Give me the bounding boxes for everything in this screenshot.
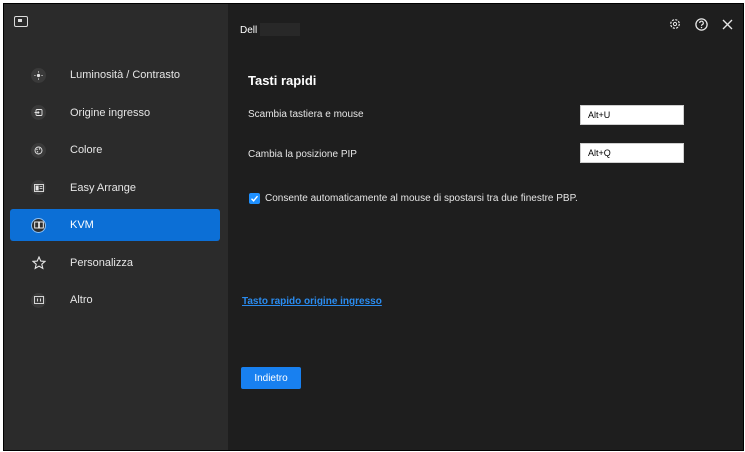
sidebar-item-label: Altro (70, 294, 93, 306)
sidebar-nav: Luminosità / Contrasto Origine ingresso … (10, 59, 220, 322)
kvm-icon (31, 217, 46, 233)
sidebar-item-label: Colore (70, 144, 103, 156)
sidebar-item-easy-arrange[interactable]: Easy Arrange (10, 172, 220, 204)
other-icon (31, 292, 46, 308)
sidebar-item-personalize[interactable]: Personalizza (10, 247, 220, 279)
help-icon[interactable] (693, 16, 709, 32)
sidebar-item-color[interactable]: Colore (10, 134, 220, 166)
sidebar-item-label: Origine ingresso (70, 106, 151, 119)
input-source-icon (31, 105, 46, 120)
auto-mouse-pbp-label: Consente automaticamente al mouse di spo… (265, 193, 578, 204)
change-pip-position-label: Cambia la posizione PIP (248, 149, 357, 160)
change-pip-position-hotkey-field[interactable]: Alt+Q (580, 143, 684, 163)
sidebar-item-input-source[interactable]: Origine ingresso (10, 97, 220, 129)
sidebar: Luminosità / Contrasto Origine ingresso … (4, 4, 228, 450)
title-bar-controls (667, 16, 735, 32)
easy-arrange-icon (31, 180, 46, 195)
brightness-icon (31, 67, 46, 83)
sidebar-item-label: Personalizza (70, 256, 133, 269)
sidebar-item-other[interactable]: Altro (10, 284, 220, 316)
sidebar-item-label: KVM (70, 219, 94, 231)
section-title: Tasti rapidi (248, 73, 317, 88)
auto-mouse-pbp-checkbox[interactable] (249, 193, 260, 204)
close-icon[interactable] (719, 16, 735, 32)
sidebar-item-brightness-contrast[interactable]: Luminosità / Contrasto (10, 59, 220, 91)
settings-icon[interactable] (667, 16, 683, 32)
back-button[interactable]: Indietro (241, 367, 301, 389)
swap-keyboard-mouse-label: Scambia tastiera e mouse (248, 109, 364, 120)
app-window: Luminosità / Contrasto Origine ingresso … (3, 3, 744, 451)
star-icon (31, 255, 47, 271)
swap-keyboard-mouse-hotkey-field[interactable]: Alt+U (580, 105, 684, 125)
sidebar-item-label: Luminosità / Contrasto (70, 69, 181, 81)
model-name-field (260, 23, 300, 36)
main-panel: Dell Tasti rapidi Scambia tastiera e mou… (228, 4, 743, 450)
monitor-model-label: Dell (240, 25, 258, 36)
sidebar-item-kvm[interactable]: KVM (10, 209, 220, 241)
color-icon (31, 142, 46, 158)
sidebar-item-label: Easy Arrange (70, 181, 137, 194)
checkmark-icon (251, 195, 259, 202)
input-source-hotkey-link[interactable]: Tasto rapido origine ingresso (242, 296, 382, 307)
monitor-icon (14, 16, 28, 27)
